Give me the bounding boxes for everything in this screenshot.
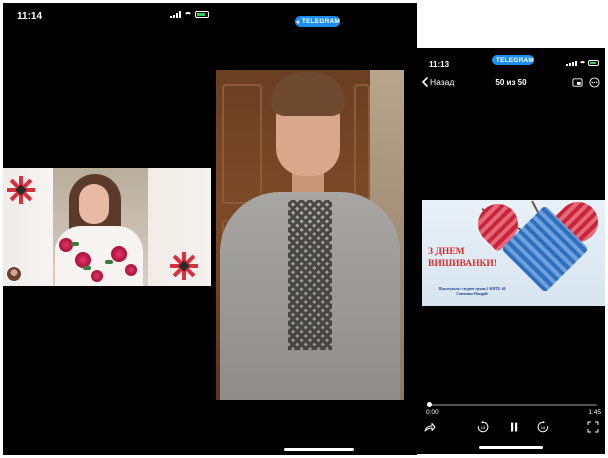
share-icon	[424, 423, 436, 432]
forward-15-button[interactable]: 15	[537, 421, 549, 433]
shirt-embroidery	[288, 200, 332, 350]
back-button[interactable]: Назад	[422, 77, 454, 87]
telegram-media-viewer: 11:13 TELEGRAM 50 из 50 Назад З ДНЕМ ВИШ…	[417, 48, 605, 454]
status-time: 11:14	[17, 11, 43, 22]
video-call-screen: 11:14 TELEGRAM	[3, 3, 417, 455]
boy-hair	[271, 72, 345, 116]
participant-video-boy[interactable]	[216, 70, 404, 400]
signal-icon	[170, 11, 181, 18]
media-caption: Підготувала: студент групи 2-КНТБ-40 Сав…	[428, 287, 516, 297]
telegram-badge[interactable]: TELEGRAM	[295, 16, 340, 27]
back-button-label: Назад	[430, 77, 455, 87]
status-icons	[566, 60, 599, 66]
fullscreen-icon	[587, 421, 599, 433]
media-caption-line2: Савченко Назарій	[456, 292, 488, 296]
rewind-15-button[interactable]: 15	[477, 421, 489, 433]
media-title: З ДНЕМ ВИШИВАНКИ!	[428, 246, 497, 270]
wifi-icon	[579, 60, 586, 66]
telegram-icon	[295, 19, 300, 24]
more-icon[interactable]	[589, 77, 600, 88]
playback-controls: 15 15	[417, 421, 605, 437]
home-indicator[interactable]	[479, 446, 543, 449]
pip-icon[interactable]	[572, 77, 583, 88]
girl-face	[79, 184, 109, 224]
back-chevron-icon	[422, 77, 428, 87]
telegram-icon	[492, 59, 494, 61]
embroidery-star-icon	[7, 176, 35, 204]
media-title-line2: ВИШИВАНКИ!	[428, 259, 497, 269]
pause-icon	[511, 422, 518, 432]
media-image[interactable]: З ДНЕМ ВИШИВАНКИ! Підготувала: студент г…	[422, 200, 605, 306]
pause-button[interactable]	[508, 421, 520, 433]
duration: 1:45	[588, 409, 601, 416]
girl-embroidered-shirt	[55, 226, 143, 286]
participant-avatar[interactable]	[6, 266, 22, 282]
svg-text:15: 15	[541, 425, 546, 430]
telegram-badge[interactable]: TELEGRAM	[492, 55, 534, 65]
embroidery-star-icon	[170, 252, 198, 280]
fullscreen-button[interactable]	[587, 421, 599, 433]
battery-icon	[195, 11, 209, 18]
share-button[interactable]	[424, 421, 436, 433]
viewer-top-bar: 50 из 50 Назад	[417, 76, 605, 92]
signal-icon	[566, 60, 577, 66]
home-indicator[interactable]	[284, 448, 354, 451]
telegram-badge-label: TELEGRAM	[301, 18, 340, 25]
forward-15-icon: 15	[537, 421, 549, 433]
participant-video-girl[interactable]	[3, 168, 211, 286]
telegram-badge-label: TELEGRAM	[495, 56, 534, 64]
rewind-15-icon: 15	[477, 421, 489, 433]
status-icons	[170, 11, 209, 18]
battery-icon	[588, 60, 599, 66]
current-time: 0:00	[426, 409, 439, 416]
media-title-line1: З ДНЕМ	[428, 247, 465, 257]
wifi-icon	[184, 11, 192, 18]
svg-text:15: 15	[481, 425, 486, 430]
status-time: 11:13	[429, 60, 450, 69]
playback-progress-bar[interactable]	[426, 402, 597, 407]
playback-scrubber[interactable]	[426, 402, 432, 407]
